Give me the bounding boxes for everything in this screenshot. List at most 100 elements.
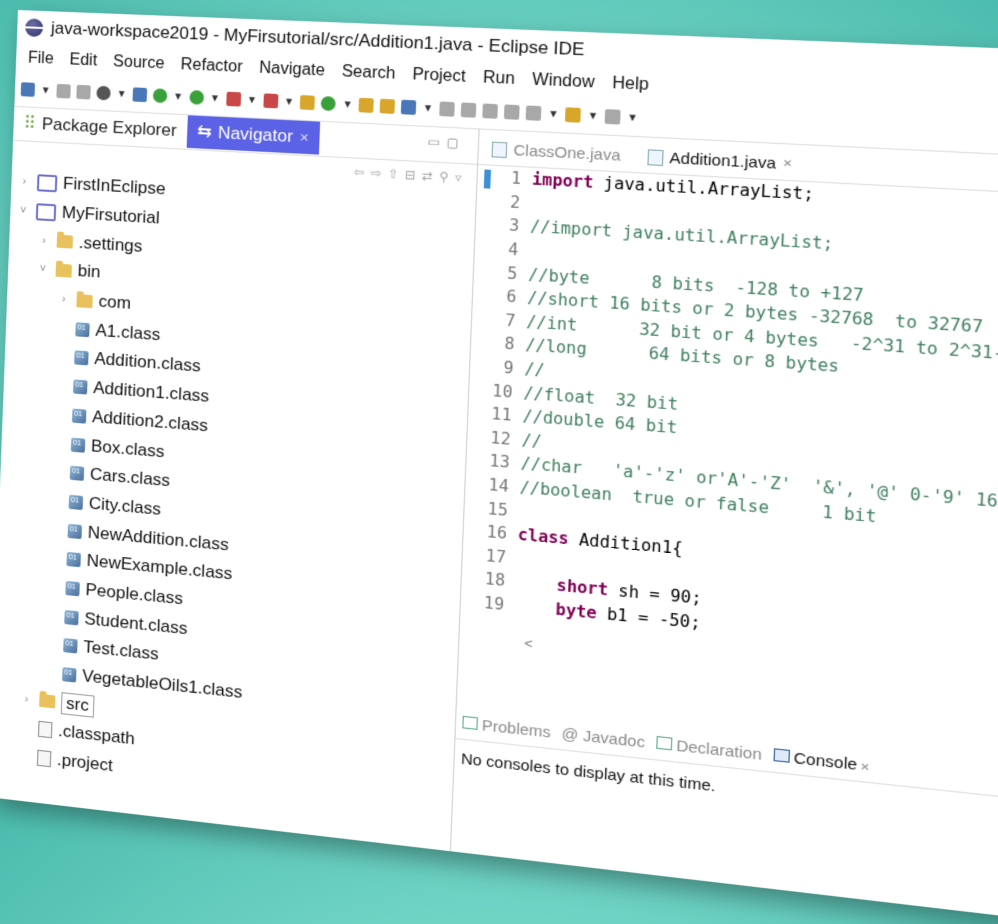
navigator-icon: ⇆ bbox=[196, 121, 213, 142]
tree-item-label: Cars.class bbox=[89, 464, 171, 491]
view-menu-icon[interactable]: ▿ bbox=[455, 170, 462, 185]
save-all-icon[interactable] bbox=[76, 84, 91, 100]
menu-refactor[interactable]: Refactor bbox=[172, 56, 251, 78]
class-file-icon bbox=[64, 609, 79, 626]
link-editor-icon[interactable]: ⇄ bbox=[422, 168, 433, 183]
line-number: 17 bbox=[485, 546, 507, 567]
menu-navigate[interactable]: Navigate bbox=[251, 59, 334, 81]
line-number: 3 bbox=[508, 216, 520, 236]
new-class-icon[interactable] bbox=[321, 96, 337, 112]
menu-run[interactable]: Run bbox=[474, 69, 524, 90]
new-icon[interactable] bbox=[20, 82, 36, 97]
pencil-icon[interactable] bbox=[132, 87, 147, 103]
file-icon bbox=[36, 749, 52, 768]
chevron-down-icon[interactable]: ▼ bbox=[423, 102, 434, 114]
chevron-down-icon[interactable]: ▼ bbox=[173, 91, 184, 103]
forward-arrow-icon[interactable]: ⇨ bbox=[371, 166, 382, 181]
tree-item-label: Box.class bbox=[90, 435, 165, 461]
close-icon[interactable]: ✕ bbox=[299, 131, 309, 145]
chevron-down-icon[interactable]: ▼ bbox=[627, 112, 638, 124]
tab-navigator[interactable]: ⇆ Navigator ✕ bbox=[186, 115, 321, 155]
tab-problems[interactable]: Problems bbox=[462, 714, 551, 741]
block-select-icon[interactable] bbox=[504, 104, 520, 120]
tab-package-explorer[interactable]: ⠿ Package Explorer bbox=[13, 107, 187, 148]
debug-icon[interactable] bbox=[152, 88, 168, 104]
tree-item-label: FirstInEclipse bbox=[62, 173, 167, 199]
user-icon[interactable] bbox=[96, 85, 111, 101]
menu-edit[interactable]: Edit bbox=[61, 51, 105, 71]
close-icon[interactable]: ✕ bbox=[857, 761, 870, 774]
code-editor[interactable]: 1 import java.util.ArrayList; 2 3//import j… bbox=[460, 165, 998, 672]
chevron-down-icon[interactable]: ▼ bbox=[284, 96, 295, 108]
javadoc-icon: @ bbox=[561, 724, 584, 745]
chevron-right-icon[interactable]: › bbox=[37, 234, 51, 247]
coverage-icon[interactable] bbox=[262, 93, 278, 109]
eclipse-logo-icon bbox=[24, 18, 44, 38]
up-folder-icon[interactable]: ⇧ bbox=[388, 167, 399, 182]
tab-console[interactable]: Console ✕ bbox=[772, 747, 871, 775]
tree-item-label: .project bbox=[56, 750, 114, 776]
chevron-down-icon[interactable]: ▼ bbox=[210, 92, 221, 104]
run-icon[interactable] bbox=[189, 89, 204, 105]
menu-project[interactable]: Project bbox=[403, 66, 474, 88]
filter-icon[interactable]: ⚲ bbox=[439, 169, 449, 184]
minimize-maximize-icon[interactable]: ▭▢ bbox=[428, 134, 466, 150]
external-tools-icon[interactable] bbox=[225, 91, 241, 107]
annotation-icon[interactable] bbox=[439, 101, 456, 117]
toggle-mark-icon[interactable] bbox=[460, 102, 477, 118]
chevron-down-icon[interactable]: ▼ bbox=[246, 94, 257, 106]
menu-source[interactable]: Source bbox=[105, 53, 173, 74]
current-line-marker bbox=[483, 169, 492, 189]
chevron-down-icon[interactable]: ▼ bbox=[587, 110, 598, 122]
tab-problems-label: Problems bbox=[481, 716, 552, 742]
new-package-icon[interactable] bbox=[300, 95, 316, 111]
open-type-icon[interactable] bbox=[358, 97, 375, 113]
navigator-pane: ⠿ Package Explorer ⇆ Navigator ✕ ▭▢ ⇦ ⇨ … bbox=[0, 105, 480, 852]
collapse-all-icon[interactable]: ⊟ bbox=[405, 167, 416, 182]
menu-window[interactable]: Window bbox=[523, 71, 604, 93]
line-number: 13 bbox=[489, 451, 511, 473]
chevron-right-icon[interactable]: › bbox=[19, 692, 33, 705]
save-icon[interactable] bbox=[56, 83, 71, 99]
chevron-down-icon[interactable]: ▼ bbox=[116, 88, 126, 100]
line-number: 5 bbox=[506, 263, 518, 284]
editor-area: ClassOne.java Addition1.java ✕ 1 import j… bbox=[451, 128, 998, 924]
line-number: 12 bbox=[490, 428, 512, 449]
search-icon[interactable] bbox=[401, 99, 417, 115]
folder-icon bbox=[56, 234, 74, 249]
class-file-icon bbox=[68, 494, 84, 510]
tab-declaration[interactable]: Declaration bbox=[655, 734, 762, 764]
chevron-down-icon[interactable]: ˅ bbox=[16, 204, 30, 217]
line-number: 8 bbox=[503, 334, 515, 355]
class-file-icon bbox=[69, 465, 85, 482]
close-icon[interactable]: ✕ bbox=[783, 158, 793, 170]
chevron-right-icon[interactable]: › bbox=[17, 175, 31, 188]
menu-file[interactable]: File bbox=[20, 49, 62, 69]
tab-javadoc[interactable]: @ Javadoc bbox=[561, 725, 645, 752]
chevron-down-icon[interactable]: ▼ bbox=[41, 85, 51, 96]
back-arrow-icon[interactable]: ⇦ bbox=[354, 165, 365, 180]
chevron-down-icon[interactable]: ▼ bbox=[342, 99, 353, 111]
scroll-left-arrow-icon[interactable]: < bbox=[524, 635, 533, 652]
file-icon bbox=[37, 721, 53, 739]
class-file-icon bbox=[71, 408, 87, 424]
next-annotation-icon[interactable] bbox=[525, 105, 542, 121]
show-whitespace-icon[interactable] bbox=[482, 103, 499, 119]
forward-icon[interactable] bbox=[604, 109, 621, 125]
line-number: 2 bbox=[509, 192, 521, 213]
chevron-down-icon[interactable]: ˅ bbox=[36, 263, 50, 276]
menu-help[interactable]: Help bbox=[603, 74, 658, 95]
tab-addition1-label: Addition1.java bbox=[669, 149, 777, 173]
chevron-down-icon[interactable]: ▼ bbox=[548, 108, 559, 120]
chevron-right-icon[interactable]: › bbox=[56, 293, 70, 306]
open-task-icon[interactable] bbox=[379, 98, 396, 114]
back-icon[interactable] bbox=[565, 107, 582, 123]
declaration-icon bbox=[655, 735, 672, 750]
menu-search[interactable]: Search bbox=[333, 63, 404, 85]
